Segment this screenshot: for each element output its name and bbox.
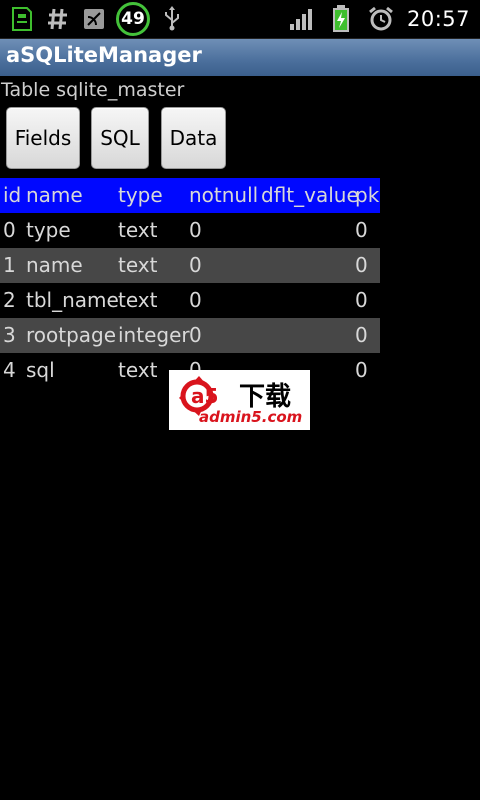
cell-pk: 0 <box>355 218 368 242</box>
header-name: name <box>26 183 83 207</box>
battery-charging-icon <box>327 5 355 33</box>
table-header-row: id name type notnull dflt_value pk <box>0 178 380 213</box>
logo-a-glyph: a5 <box>191 384 218 408</box>
usb-icon <box>158 5 186 33</box>
battery-level-value: 49 <box>121 9 145 29</box>
cell-name: name <box>26 253 83 277</box>
cell-name: rootpage <box>26 323 117 347</box>
cell-pk: 0 <box>355 253 368 277</box>
cell-notnull: 0 <box>189 288 202 312</box>
signal-icon <box>287 5 315 33</box>
header-pk: pk <box>355 183 380 207</box>
cell-id: 4 <box>3 358 16 382</box>
status-clock: 20:57 <box>406 7 470 31</box>
sd-card-icon <box>8 5 36 33</box>
table-row[interactable]: 2 tbl_name text 0 0 <box>0 283 380 318</box>
cell-pk: 0 <box>355 358 368 382</box>
cell-type: text <box>118 218 158 242</box>
cell-pk: 0 <box>355 323 368 347</box>
cell-name: sql <box>26 358 55 382</box>
app-title: aSQLiteManager <box>6 43 202 67</box>
table-row[interactable]: 1 name text 0 0 <box>0 248 380 283</box>
usb-debug-icon <box>80 5 108 33</box>
cell-type: text <box>118 253 158 277</box>
header-notnull: notnull <box>189 183 259 207</box>
hash-icon <box>44 5 72 33</box>
fields-table: id name type notnull dflt_value pk 0 typ… <box>0 178 380 388</box>
admin5-watermark-logo: a5 下载 admin5.com <box>169 370 310 430</box>
watermark-domain: admin5.com <box>199 408 303 426</box>
cell-pk: 0 <box>355 288 368 312</box>
cell-type: text <box>118 358 158 382</box>
status-bar-right: 20:57 <box>287 0 470 38</box>
data-button[interactable]: Data <box>161 107 226 169</box>
table-caption: Table sqlite_master <box>1 79 185 101</box>
cell-id: 2 <box>3 288 16 312</box>
title-bar: aSQLiteManager <box>0 39 480 76</box>
cell-type: text <box>118 288 158 312</box>
cell-id: 1 <box>3 253 16 277</box>
fields-button[interactable]: Fields <box>6 107 80 169</box>
status-bar-left: 49 <box>8 0 186 38</box>
cell-name: tbl_name <box>26 288 119 312</box>
cell-notnull: 0 <box>189 218 202 242</box>
cell-name: type <box>26 218 71 242</box>
header-id: id <box>3 183 22 207</box>
status-bar: 49 20:57 <box>0 0 480 39</box>
cell-type: integer <box>118 323 190 347</box>
cell-notnull: 0 <box>189 323 202 347</box>
alarm-icon <box>367 5 395 33</box>
header-dflt-value: dflt_value <box>261 183 359 207</box>
cell-id: 3 <box>3 323 16 347</box>
battery-level-badge: 49 <box>116 2 150 36</box>
header-type: type <box>118 183 163 207</box>
cell-notnull: 0 <box>189 253 202 277</box>
sql-button[interactable]: SQL <box>91 107 149 169</box>
table-row[interactable]: 3 rootpage integer 0 0 <box>0 318 380 353</box>
table-row[interactable]: 0 type text 0 0 <box>0 213 380 248</box>
cell-id: 0 <box>3 218 16 242</box>
